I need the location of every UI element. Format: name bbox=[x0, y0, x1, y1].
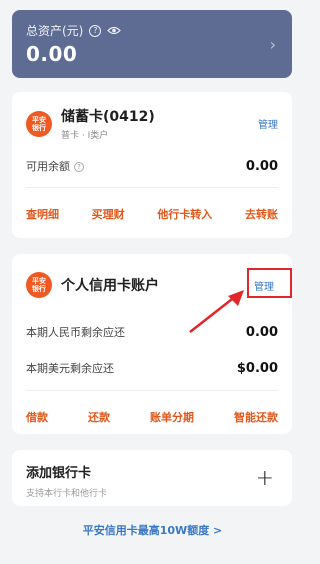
divider bbox=[26, 187, 278, 188]
annotation-highlight-box bbox=[247, 268, 292, 298]
debit-card-title: 储蓄卡(0412) bbox=[61, 109, 155, 125]
available-balance-row: 可用余额? 0.00 bbox=[12, 151, 292, 181]
divider bbox=[26, 390, 278, 391]
rmb-due-row: 本期人民币剩余应还 0.00 bbox=[12, 318, 292, 346]
debit-actions: 查明细 买理财 他行卡转入 去转账 bbox=[12, 206, 292, 222]
available-balance-value: 0.00 bbox=[245, 158, 278, 174]
logo-text-bottom: 银行 bbox=[32, 123, 46, 132]
smart-repay-button[interactable]: 智能还款 bbox=[234, 409, 278, 425]
assets-value: 0.00 bbox=[26, 42, 78, 66]
credit-card-title: 个人信用卡账户 bbox=[61, 278, 159, 294]
help-icon[interactable]: ? bbox=[89, 24, 102, 37]
statement-button[interactable]: 查明细 bbox=[26, 206, 59, 222]
logo-text-top: 平安 bbox=[32, 277, 46, 285]
pingan-bank-logo: 平安 银行 bbox=[26, 272, 52, 298]
debit-card-panel: 平安 银行 储蓄卡(0412) 普卡 · I类户 管理 可用余额? 0.00 查… bbox=[12, 92, 292, 238]
repay-button[interactable]: 还款 bbox=[88, 409, 110, 425]
buy-wealth-button[interactable]: 买理财 bbox=[92, 206, 125, 222]
rmb-due-value: 0.00 bbox=[245, 324, 278, 340]
logo-text-bottom: 银行 bbox=[32, 285, 46, 293]
debit-manage-link[interactable]: 管理 bbox=[258, 116, 278, 131]
plus-icon[interactable]: + bbox=[256, 466, 274, 491]
help-icon[interactable]: ? bbox=[74, 162, 84, 172]
pingan-bank-logo: 平安 银行 bbox=[26, 110, 52, 137]
promo-link[interactable]: 平安信用卡最高10W额度 > bbox=[0, 522, 305, 538]
credit-actions: 借款 还款 账单分期 智能还款 bbox=[12, 409, 292, 425]
available-balance-label: 可用余额 bbox=[26, 160, 70, 173]
usd-due-label: 本期美元剩余应还 bbox=[26, 362, 114, 375]
add-card-title: 添加银行卡 bbox=[26, 466, 92, 481]
add-card-subtitle: 支持本行卡和他行卡 bbox=[26, 489, 108, 499]
debit-card-header: 平安 银行 储蓄卡(0412) 普卡 · I类户 管理 bbox=[12, 92, 292, 141]
add-bank-card-panel[interactable]: 添加银行卡 支持本行卡和他行卡 + bbox=[12, 450, 292, 506]
installment-button[interactable]: 账单分期 bbox=[150, 409, 194, 425]
chevron-right-icon: › bbox=[269, 35, 276, 54]
rmb-due-label: 本期人民币剩余应还 bbox=[26, 326, 125, 339]
borrow-button[interactable]: 借款 bbox=[26, 409, 48, 425]
transfer-button[interactable]: 去转账 bbox=[245, 206, 278, 222]
usd-due-row: 本期美元剩余应还 $0.00 bbox=[12, 354, 292, 382]
logo-text-top: 平安 bbox=[32, 115, 46, 124]
assets-label-row: 总资产(元) ? bbox=[26, 22, 278, 39]
transfer-in-button[interactable]: 他行卡转入 bbox=[157, 206, 212, 222]
annotation-arrow-icon bbox=[189, 290, 244, 333]
usd-due-value: $0.00 bbox=[236, 360, 278, 376]
total-assets-card[interactable]: 总资产(元) ? 0.00 › bbox=[12, 10, 292, 78]
eye-icon[interactable] bbox=[107, 26, 122, 35]
assets-label: 总资产(元) bbox=[26, 24, 84, 38]
debit-card-subtitle: 普卡 · I类户 bbox=[61, 131, 109, 141]
